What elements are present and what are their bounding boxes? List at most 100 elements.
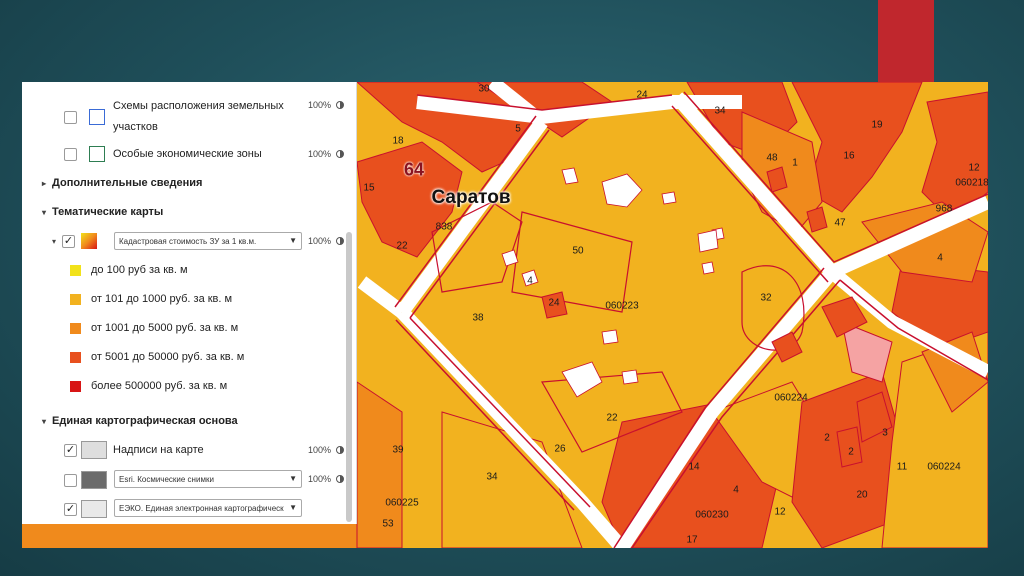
opacity-icon[interactable] [336, 475, 344, 483]
thematic-select-value: Кадастровая стоимость ЗУ за 1 кв.м. [119, 236, 257, 246]
layer-cadastral-opacity[interactable]: 100% [308, 236, 331, 246]
parcel-number-label: 11 [896, 461, 908, 473]
legend-label: более 500000 руб. за кв. м [91, 380, 228, 392]
map-frame[interactable]: 30 5 24 34 19 12 060218 18 48 1 16 15 968 4 47 838 22 50 0… [22, 82, 988, 548]
parcel-number-label: 060230 [695, 509, 729, 521]
layer-esri-checkbox[interactable] [64, 473, 77, 487]
parcel-number-label: 060218 [955, 177, 988, 189]
opacity-icon[interactable] [336, 446, 344, 454]
parcel-number-label: 47 [834, 217, 846, 229]
parcel-number-label: 12 [968, 162, 980, 174]
esri-select-value: Esri. Космические снимки [119, 474, 214, 484]
layer-labels-checkbox[interactable]: ✓ [64, 443, 77, 457]
parcel-number-label: 3 [882, 427, 888, 439]
city-name-label: Саратов [431, 187, 511, 208]
parcel-number-label: 060223 [605, 300, 639, 312]
layer-scheme-label-1: Схемы расположения земельных [113, 100, 284, 112]
layer-cadastral-checkbox[interactable]: ✓ [62, 234, 75, 248]
parcel-number-label: 968 [935, 203, 953, 215]
parcel-number-label: 34 [486, 471, 498, 483]
parcel-number-label: 18 [392, 135, 404, 147]
legend-swatch [70, 293, 81, 305]
layer-row-ecozones[interactable]: Особые экономические зоны [64, 146, 262, 162]
parcel-number-label: 50 [572, 245, 584, 257]
parcel-number-label: 22 [396, 240, 408, 252]
section-thematic[interactable]: ▾ Тематические карты [42, 206, 163, 218]
legend-swatch [70, 351, 81, 363]
layer-panel[interactable]: Схемы расположения земельных участков 10… [22, 82, 357, 524]
layer-row-cadastral-cost[interactable]: ▾ ✓ [52, 233, 97, 249]
parcel-number-label: 5 [515, 123, 521, 135]
parcel-number-label: 4 [733, 484, 739, 496]
opacity-icon[interactable] [336, 150, 344, 158]
layer-scheme-label-2: участков [113, 121, 158, 133]
parcel-number-label: 060225 [385, 497, 419, 509]
parcel-number-label: 4 [527, 275, 533, 287]
layer-scheme-opacity[interactable]: 100% [308, 100, 331, 110]
legend-swatch [70, 264, 81, 276]
section-extra-title: Дополнительные сведения [52, 177, 203, 189]
chevron-right-icon: ▸ [42, 178, 47, 188]
slide-accent-bar [878, 0, 934, 82]
parcel-number-label: 22 [606, 412, 618, 424]
layer-labels-opacity[interactable]: 100% [308, 445, 331, 455]
legend-item: от 101 до 1000 руб. за кв. м [70, 293, 232, 305]
legend-label: до 100 руб за кв. м [91, 264, 188, 276]
section-base-title: Единая картографическая основа [52, 415, 238, 427]
thematic-map-icon [81, 233, 97, 249]
opacity-icon[interactable] [336, 101, 344, 109]
labels-layer-thumbnail [81, 441, 107, 459]
legend-item: от 1001 до 5000 руб. за кв. м [70, 322, 238, 334]
eeko-layer-select[interactable]: ЕЭКО. Единая электронная картографическ … [114, 499, 302, 517]
layer-ecozones-checkbox[interactable] [64, 147, 77, 161]
esri-layer-select[interactable]: Esri. Космические снимки ▼ [114, 470, 302, 488]
region-number: 64 [403, 159, 425, 180]
parcel-number-label: 060224 [927, 461, 961, 473]
section-extra[interactable]: ▸ Дополнительные сведения [42, 177, 202, 189]
layer-labels-label: Надписи на карте [113, 444, 204, 456]
eeko-select-value: ЕЭКО. Единая электронная картографическ [119, 503, 284, 513]
layer-row-esri[interactable] [64, 471, 113, 489]
parcel-number-label: 12 [774, 506, 786, 518]
parcel-number-label: 14 [688, 461, 700, 473]
thematic-layer-select[interactable]: Кадастровая стоимость ЗУ за 1 кв.м. ▼ [114, 232, 302, 250]
parcel-number-label: 20 [856, 489, 868, 501]
parcel-number-label: 32 [760, 292, 772, 304]
legend-swatch [70, 380, 81, 392]
parcel-number-label: 48 [766, 152, 778, 164]
legend-swatch [70, 322, 81, 334]
parcel-number-label: 838 [435, 221, 453, 233]
layer-row-eeko[interactable]: ✓ [64, 500, 113, 518]
parcel-number-label: 15 [363, 182, 375, 194]
parcel-number-label: 24 [636, 89, 648, 101]
parcel-number-label: 26 [554, 443, 566, 455]
parcel-number-label: 39 [392, 444, 404, 456]
chevron-down-icon: ▾ [42, 416, 47, 426]
legend-item: от 5001 до 50000 руб. за кв. м [70, 351, 244, 363]
layer-scheme-checkbox[interactable] [64, 110, 77, 124]
parcel-number-label: 17 [686, 534, 698, 546]
section-base[interactable]: ▾ Единая картографическая основа [42, 415, 238, 427]
layer-eeko-checkbox[interactable]: ✓ [64, 502, 77, 516]
section-thematic-title: Тематические карты [52, 206, 164, 218]
caret-down-icon: ▼ [289, 474, 297, 483]
layer-row-labels[interactable]: ✓ Надписи на карте [64, 441, 204, 459]
parcel-number-label: 1 [792, 157, 798, 169]
panel-scrollbar[interactable] [346, 232, 352, 522]
parcel-number-label: 4 [937, 252, 943, 264]
zone-outline-icon [89, 146, 105, 162]
layer-ecozones-opacity[interactable]: 100% [308, 149, 331, 159]
layer-esri-opacity[interactable]: 100% [308, 474, 331, 484]
legend-item: до 100 руб за кв. м [70, 264, 188, 276]
caret-down-icon: ▼ [289, 503, 297, 512]
caret-down-icon: ▼ [289, 236, 297, 245]
parcel-number-label: 24 [548, 297, 560, 309]
layer-row-scheme[interactable]: Схемы расположения земельных участков [64, 96, 284, 138]
eeko-layer-thumbnail [81, 500, 107, 518]
legend-label: от 5001 до 50000 руб. за кв. м [91, 351, 245, 363]
satellite-layer-thumbnail [81, 471, 107, 489]
parcel-outline-icon [89, 109, 105, 125]
opacity-icon[interactable] [336, 237, 344, 245]
parcel-number-label: 30 [478, 83, 490, 95]
chevron-down-icon[interactable]: ▾ [52, 237, 62, 246]
